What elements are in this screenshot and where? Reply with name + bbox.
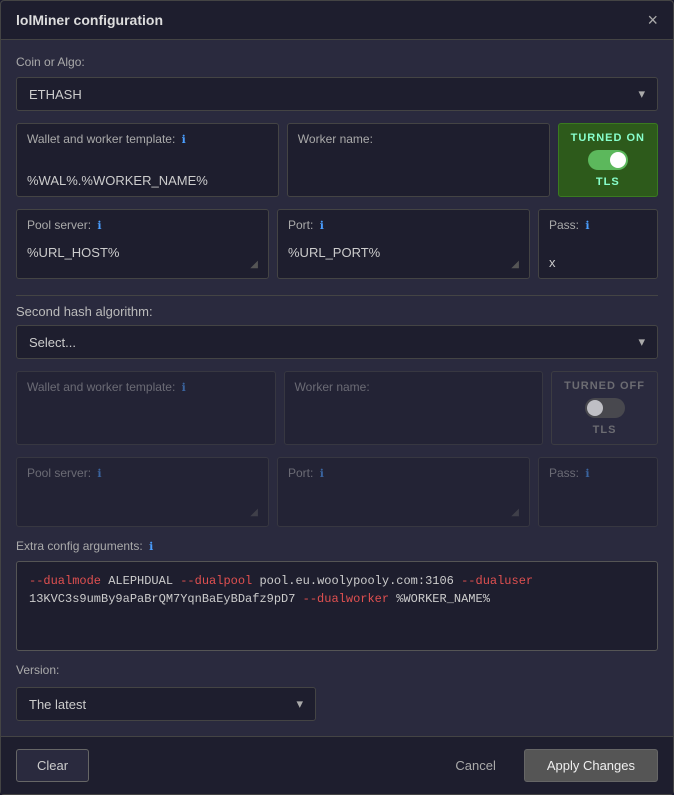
clear-button[interactable]: Clear <box>16 749 89 782</box>
primary-tls-box[interactable]: TURNED ON TLS <box>558 123 658 197</box>
wallet-template-label: Wallet and worker template: ℹ <box>27 132 268 146</box>
cmd-val-dualuser: 13KVC3s9umBy9aPaBrQM7YqnBaEyBDafz9pD7 <box>29 592 303 606</box>
cmd-kw-dualworker: --dualworker <box>303 592 389 606</box>
version-value: The latest <box>29 697 86 712</box>
secondary-pass-info-icon[interactable]: ℹ <box>585 468 589 480</box>
primary-port-label: Port: ℹ <box>288 218 519 232</box>
secondary-wallet-box[interactable]: Wallet and worker template: ℹ <box>16 371 276 445</box>
primary-pass-box[interactable]: Pass: ℹ x <box>538 209 658 279</box>
primary-pool-label: Pool server: ℹ <box>27 218 258 232</box>
modal-body: Coin or Algo: ETHASH ▾ Wallet and worker… <box>1 40 673 736</box>
primary-tls-knob <box>610 152 626 168</box>
secondary-tls-box[interactable]: TURNED OFF TLS <box>551 371 658 445</box>
primary-port-box[interactable]: Port: ℹ %URL_PORT% ◢ <box>277 209 530 279</box>
secondary-pass-box[interactable]: Pass: ℹ <box>538 457 658 527</box>
extra-config-label: Extra config arguments: ℹ <box>16 539 658 553</box>
primary-pool-box[interactable]: Pool server: ℹ %URL_HOST% ◢ <box>16 209 269 279</box>
pass-info-icon[interactable]: ℹ <box>585 220 589 232</box>
port-resize: ◢ <box>288 260 519 270</box>
version-label: Version: <box>16 663 316 677</box>
secondary-pass-label: Pass: ℹ <box>549 466 647 480</box>
modal-title: lolMiner configuration <box>16 12 163 28</box>
modal-window: lolMiner configuration × Coin or Algo: E… <box>0 0 674 795</box>
secondary-pool-box[interactable]: Pool server: ℹ ◢ <box>16 457 269 527</box>
primary-pass-label: Pass: ℹ <box>549 218 647 232</box>
primary-pass-value: x <box>549 255 647 270</box>
coin-algo-group: Coin or Algo: ETHASH ▾ <box>16 55 658 111</box>
primary-pool-row: Pool server: ℹ %URL_HOST% ◢ Port: ℹ %URL… <box>16 209 658 279</box>
cmd-kw-dualpool: --dualpool <box>180 574 252 588</box>
secondary-wallet-row: Wallet and worker template: ℹ Worker nam… <box>16 371 658 445</box>
cmd-kw-dualuser: --dualuser <box>461 574 533 588</box>
secondary-wallet-info-icon[interactable]: ℹ <box>182 382 186 394</box>
coin-algo-value: ETHASH <box>29 87 82 102</box>
extra-config-textarea[interactable]: --dualmode ALEPHDUAL --dualpool pool.eu.… <box>16 561 658 651</box>
secondary-worker-box[interactable]: Worker name: <box>284 371 544 445</box>
cmd-val-dualworker: %WORKER_NAME% <box>396 592 490 606</box>
secondary-wallet-label: Wallet and worker template: ℹ <box>27 380 265 394</box>
secondary-port-resize: ◢ <box>288 508 519 518</box>
primary-port-value: %URL_PORT% <box>288 245 519 260</box>
primary-tls-status: TURNED ON <box>571 132 645 144</box>
cmd-kw-dualmode: --dualmode <box>29 574 101 588</box>
second-algo-label: Second hash algorithm: <box>16 304 658 319</box>
primary-tls-label: TLS <box>596 176 620 188</box>
wallet-template-value: %WAL%.%WORKER_NAME% <box>27 173 268 188</box>
second-algo-chevron: ▾ <box>638 334 645 350</box>
secondary-port-label: Port: ℹ <box>288 466 519 480</box>
pool-info-icon[interactable]: ℹ <box>97 220 101 232</box>
footer-right: Cancel Apply Changes <box>435 749 658 782</box>
version-chevron: ▾ <box>296 696 303 712</box>
wallet-info-icon[interactable]: ℹ <box>182 134 186 146</box>
pool-resize: ◢ <box>27 260 258 270</box>
wallet-template-box[interactable]: Wallet and worker template: ℹ %WAL%.%WOR… <box>16 123 279 197</box>
secondary-pool-row: Pool server: ℹ ◢ Port: ℹ ◢ Pass: ℹ <box>16 457 658 527</box>
primary-worker-label: Worker name: <box>298 132 539 146</box>
extra-config-info-icon[interactable]: ℹ <box>149 541 153 553</box>
version-section: Version: The latest ▾ <box>16 663 316 721</box>
coin-algo-chevron: ▾ <box>638 86 645 102</box>
version-select[interactable]: The latest ▾ <box>16 687 316 721</box>
primary-worker-box[interactable]: Worker name: <box>287 123 550 197</box>
secondary-tls-status: TURNED OFF <box>564 380 645 392</box>
cmd-val-dualpool: pool.eu.woolypooly.com:3106 <box>259 574 461 588</box>
coin-algo-label: Coin or Algo: <box>16 55 658 69</box>
primary-tls-toggle[interactable] <box>588 150 628 170</box>
close-button[interactable]: × <box>647 11 658 29</box>
secondary-tls-label: TLS <box>593 424 617 436</box>
cmd-val-dualmode: ALEPHDUAL <box>108 574 180 588</box>
second-algo-select[interactable]: Select... ▾ <box>16 325 658 359</box>
modal-header: lolMiner configuration × <box>1 1 673 40</box>
secondary-pool-resize: ◢ <box>27 508 258 518</box>
secondary-pool-info-icon[interactable]: ℹ <box>97 468 101 480</box>
second-algo-placeholder: Select... <box>29 335 76 350</box>
apply-changes-button[interactable]: Apply Changes <box>524 749 658 782</box>
secondary-port-info-icon[interactable]: ℹ <box>320 468 324 480</box>
primary-wallet-row: Wallet and worker template: ℹ %WAL%.%WOR… <box>16 123 658 197</box>
secondary-tls-knob <box>587 400 603 416</box>
modal-footer: Clear Cancel Apply Changes <box>1 736 673 794</box>
port-info-icon[interactable]: ℹ <box>320 220 324 232</box>
second-algo-group: Second hash algorithm: Select... ▾ <box>16 295 658 359</box>
secondary-tls-toggle[interactable] <box>585 398 625 418</box>
secondary-pool-label: Pool server: ℹ <box>27 466 258 480</box>
coin-algo-select[interactable]: ETHASH ▾ <box>16 77 658 111</box>
primary-pool-value: %URL_HOST% <box>27 245 258 260</box>
secondary-port-box[interactable]: Port: ℹ ◢ <box>277 457 530 527</box>
secondary-worker-label: Worker name: <box>295 380 533 394</box>
extra-config-section: Extra config arguments: ℹ --dualmode ALE… <box>16 539 658 651</box>
